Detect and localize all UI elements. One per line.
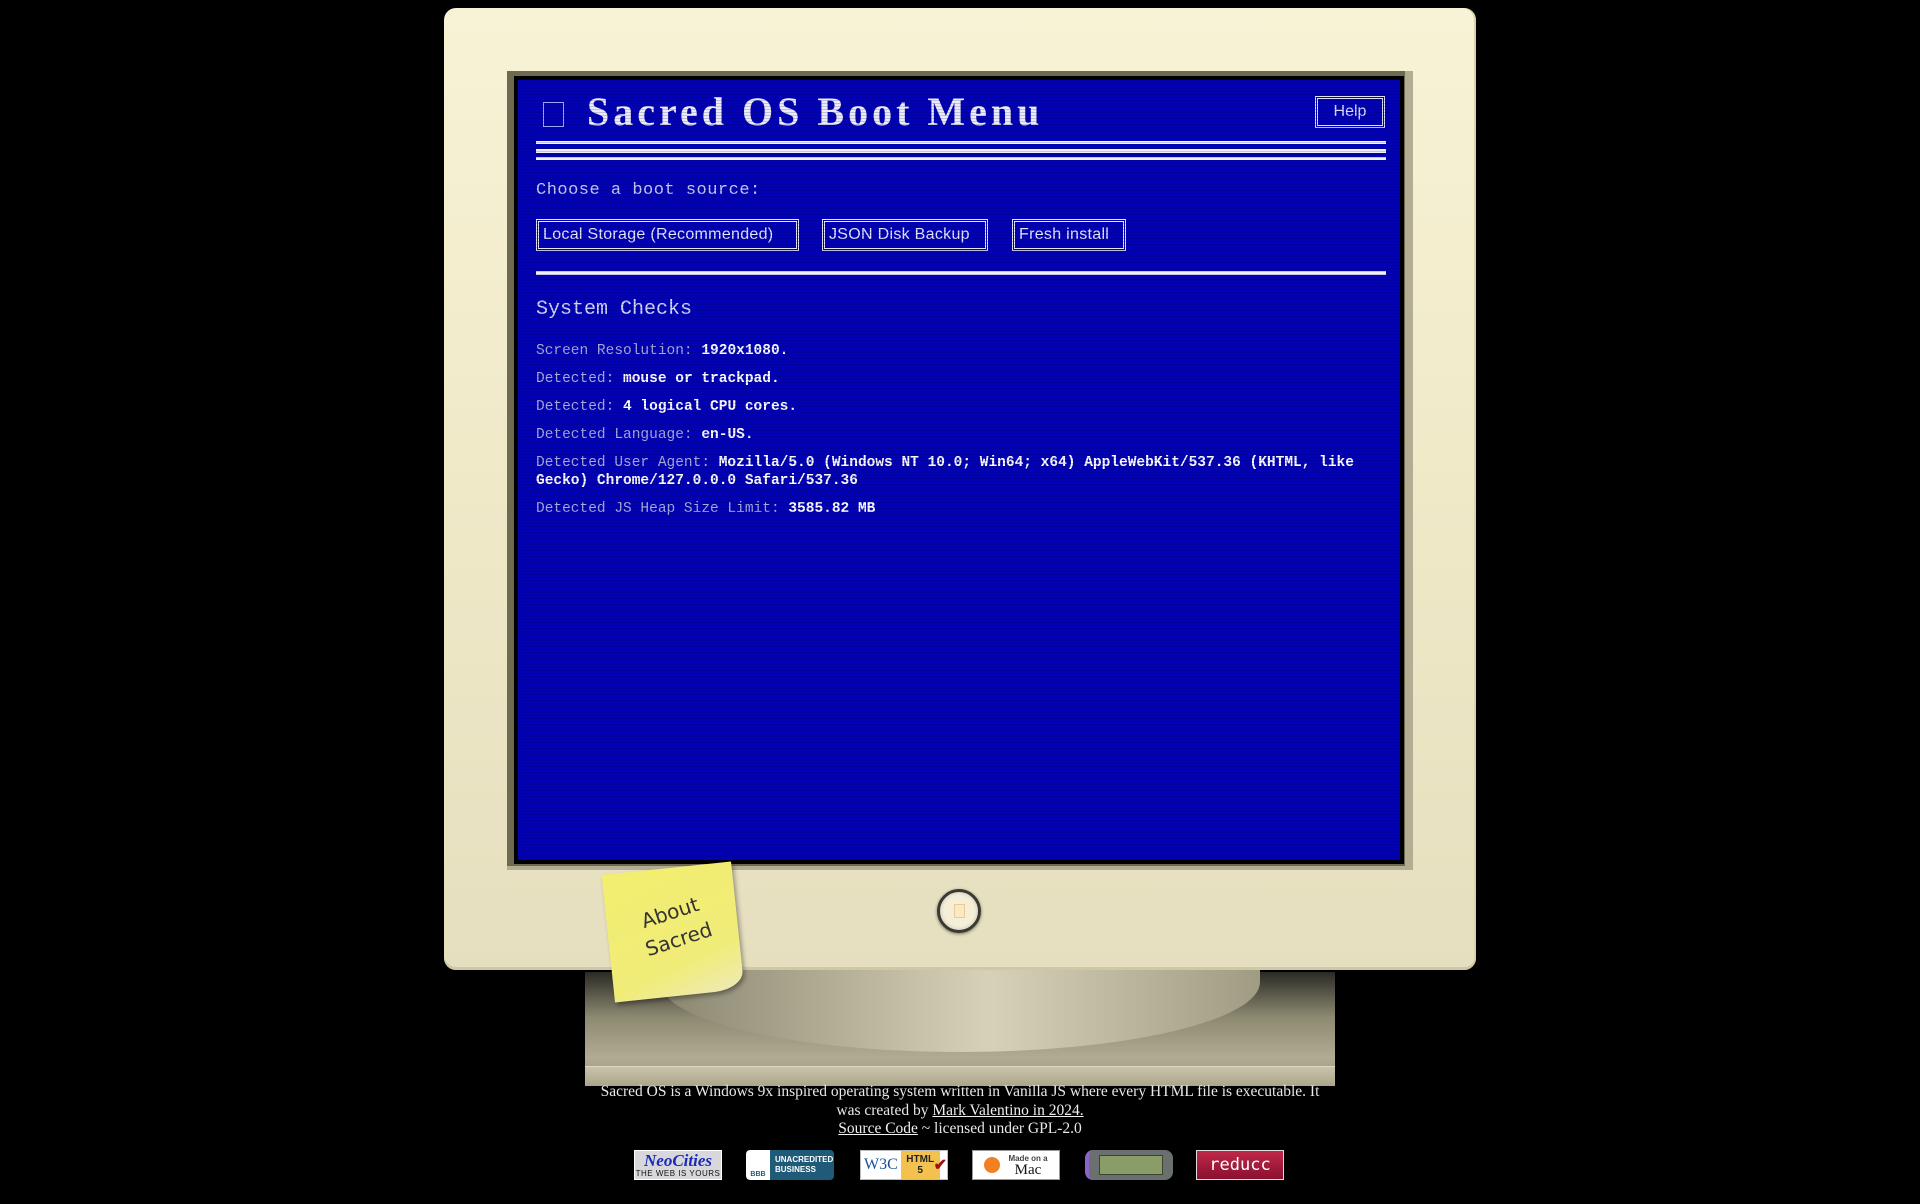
bbb-line-1: UNACREDITED bbox=[775, 1155, 834, 1164]
about-sacred-sticky-note[interactable]: About Sacred bbox=[601, 861, 745, 1003]
made-on-mac-badge[interactable]: Made on a Mac bbox=[972, 1150, 1060, 1180]
neocities-logo: NeoCities bbox=[644, 1151, 712, 1170]
divider bbox=[536, 157, 1386, 160]
html-text: HTML bbox=[906, 1154, 935, 1165]
divider bbox=[536, 141, 1386, 144]
divider bbox=[536, 271, 1386, 275]
bbb-badge[interactable]: BBB UNACREDITED BUSINESS bbox=[746, 1150, 834, 1180]
neocities-tagline: THE WEB IS YOURS bbox=[635, 1169, 721, 1178]
page-title: Sacred OS Boot Menu bbox=[587, 89, 1044, 134]
footer: Sacred OS is a Windows 9x inspired opera… bbox=[600, 1083, 1320, 1139]
boot-fresh-install-button[interactable]: Fresh install bbox=[1012, 219, 1126, 251]
check-value: en-US. bbox=[701, 427, 754, 443]
w3c-logo: W3C bbox=[864, 1156, 898, 1173]
check-label: Detected Language: bbox=[536, 427, 693, 443]
system-checks-heading: System Checks bbox=[536, 298, 693, 321]
bbb-line-2: BUSINESS bbox=[775, 1165, 816, 1174]
check-label: Detected: bbox=[536, 399, 615, 415]
sticky-note-text: About Sacred bbox=[623, 885, 726, 966]
check-label: Detected User Agent: bbox=[536, 455, 711, 471]
check-value: 4 logical CPU cores. bbox=[623, 399, 798, 415]
check-screen-resolution: Screen Resolution: 1920x1080. bbox=[536, 342, 1376, 360]
boot-local-storage-button[interactable]: Local Storage (Recommended) bbox=[536, 219, 799, 251]
nokia-phone-badge[interactable] bbox=[1085, 1150, 1173, 1180]
power-button[interactable] bbox=[937, 889, 981, 933]
help-button[interactable]: Help bbox=[1315, 96, 1385, 128]
boot-source-prompt: Choose a boot source: bbox=[536, 181, 761, 200]
license-text: ~ licensed under GPL-2.0 bbox=[917, 1120, 1082, 1137]
check-language: Detected Language: en-US. bbox=[536, 426, 1376, 444]
square-icon bbox=[543, 102, 564, 127]
bbb-logo-icon: BBB bbox=[746, 1150, 770, 1180]
five-text: 5 bbox=[917, 1165, 923, 1176]
check-value: 3585.82 MB bbox=[788, 501, 876, 517]
power-led-icon bbox=[953, 904, 965, 918]
check-label: Detected: bbox=[536, 371, 615, 387]
check-heap-size: Detected JS Heap Size Limit: 3585.82 MB bbox=[536, 500, 1376, 518]
divider bbox=[536, 149, 1386, 153]
author-link[interactable]: Mark Valentino in 2024. bbox=[932, 1102, 1083, 1119]
bbb-text: UNACREDITED BUSINESS bbox=[775, 1155, 833, 1175]
checkmark-icon: ✔ bbox=[933, 1157, 947, 1174]
check-label: Detected JS Heap Size Limit: bbox=[536, 501, 780, 517]
check-input-device: Detected: mouse or trackpad. bbox=[536, 370, 1376, 388]
check-label: Screen Resolution: bbox=[536, 343, 693, 359]
neocities-badge[interactable]: NeoCities THE WEB IS YOURS bbox=[634, 1150, 722, 1180]
phone-lcd-icon bbox=[1099, 1155, 1163, 1175]
mac-line-2: Mac bbox=[1014, 1161, 1042, 1178]
reducc-badge[interactable]: reducc bbox=[1196, 1150, 1284, 1180]
check-value: 1920x1080. bbox=[701, 343, 789, 359]
source-code-link[interactable]: Source Code bbox=[838, 1120, 918, 1137]
check-value: mouse or trackpad. bbox=[623, 371, 780, 387]
mac-text: Made on a Mac bbox=[1008, 1154, 1047, 1178]
apple-icon bbox=[984, 1157, 1001, 1173]
boot-screen: Sacred OS Boot Menu Help Choose a boot s… bbox=[514, 76, 1404, 864]
check-user-agent: Detected User Agent: Mozilla/5.0 (Window… bbox=[536, 454, 1376, 490]
boot-json-backup-button[interactable]: JSON Disk Backup bbox=[822, 219, 988, 251]
w3c-html5-badge[interactable]: W3C HTML 5 ✔ bbox=[860, 1150, 948, 1180]
check-cpu-cores: Detected: 4 logical CPU cores. bbox=[536, 398, 1376, 416]
